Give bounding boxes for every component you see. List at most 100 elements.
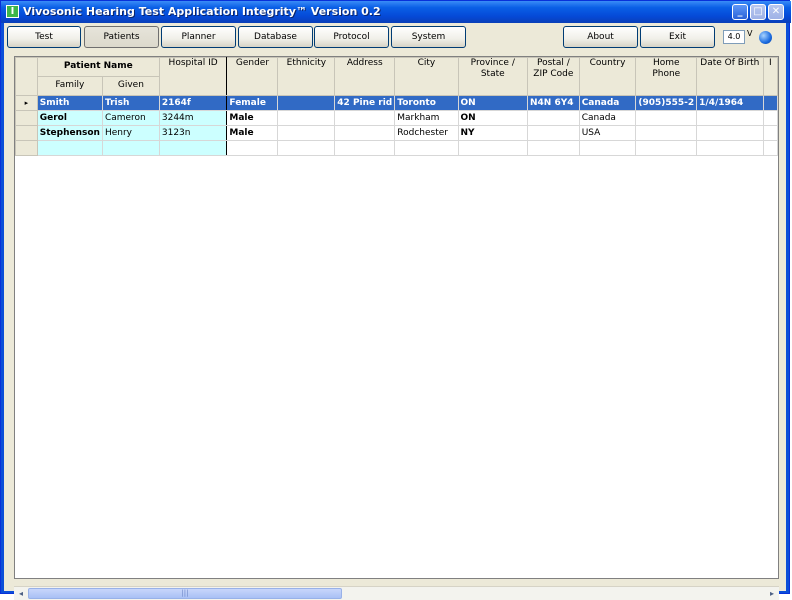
exit-button[interactable]: Exit bbox=[640, 26, 715, 48]
cell-province[interactable]: NY bbox=[457, 125, 529, 141]
cell-country[interactable]: USA bbox=[578, 125, 637, 141]
cell-country[interactable] bbox=[578, 140, 637, 156]
cell-home-phone[interactable]: (905)555-2 bbox=[635, 95, 698, 111]
cell-address[interactable] bbox=[334, 140, 396, 156]
cell-home-phone[interactable] bbox=[635, 110, 698, 126]
row-header bbox=[15, 110, 38, 126]
cell-given[interactable]: Henry bbox=[101, 125, 160, 141]
cell-extra[interactable] bbox=[762, 140, 778, 156]
cell-city[interactable]: Toronto bbox=[394, 95, 459, 111]
cell-date-of-birth[interactable] bbox=[696, 140, 764, 156]
patients-table: Patient Name Hospital ID Gender Ethnicit… bbox=[15, 57, 778, 156]
close-button[interactable]: ✕ bbox=[768, 4, 784, 20]
column-header-country[interactable]: Country bbox=[578, 57, 637, 96]
cell-province[interactable]: ON bbox=[457, 110, 529, 126]
cell-city[interactable]: Rodchester bbox=[394, 125, 459, 141]
cell-family[interactable] bbox=[36, 140, 103, 156]
cell-date-of-birth[interactable]: 1/4/1964 bbox=[696, 95, 764, 111]
cell-postal-code[interactable] bbox=[527, 125, 580, 141]
cell-country[interactable]: Canada bbox=[578, 95, 637, 111]
table-row-selected[interactable]: ▸ Smith Trish 2164f Female 42 Pine rid T… bbox=[15, 95, 778, 111]
table-row[interactable]: Gerol Cameron 3244m Male Markham ON Cana… bbox=[15, 110, 778, 126]
column-header-postal-code[interactable]: Postal / ZIP Code bbox=[527, 57, 580, 96]
database-button[interactable]: Database bbox=[238, 26, 313, 48]
cell-gender[interactable]: Female bbox=[226, 95, 279, 111]
cell-date-of-birth[interactable] bbox=[696, 125, 764, 141]
column-header-province[interactable]: Province / State bbox=[457, 57, 529, 96]
scroll-thumb[interactable]: ||| bbox=[28, 588, 342, 599]
cell-extra[interactable] bbox=[762, 95, 778, 111]
cell-extra[interactable] bbox=[762, 110, 778, 126]
cell-postal-code[interactable]: N4N 6Y4 bbox=[527, 95, 580, 111]
voltage-unit: V bbox=[747, 29, 753, 38]
cell-family[interactable]: Gerol bbox=[36, 110, 103, 126]
row-header bbox=[15, 125, 38, 141]
patients-grid[interactable]: Patient Name Hospital ID Gender Ethnicit… bbox=[14, 56, 779, 579]
cell-hospital-id[interactable]: 3123n bbox=[158, 125, 228, 141]
title-bar[interactable]: I Vivosonic Hearing Test Application Int… bbox=[1, 1, 791, 23]
patient-name-group-header: Patient Name bbox=[36, 57, 160, 77]
maximize-button[interactable]: □ bbox=[750, 4, 766, 20]
cell-address[interactable] bbox=[334, 110, 396, 126]
cell-ethnicity[interactable] bbox=[277, 140, 336, 156]
cell-given[interactable]: Trish bbox=[101, 95, 160, 111]
app-window: I Vivosonic Hearing Test Application Int… bbox=[0, 0, 791, 600]
cell-extra[interactable] bbox=[762, 125, 778, 141]
horizontal-scrollbar[interactable]: ◂ ||| ▸ bbox=[14, 586, 779, 600]
table-row[interactable]: Stephenson Henry 3123n Male Rodchester N… bbox=[15, 125, 778, 141]
cell-ethnicity[interactable] bbox=[277, 125, 336, 141]
planner-button[interactable]: Planner bbox=[161, 26, 236, 48]
cell-hospital-id[interactable]: 2164f bbox=[158, 95, 228, 111]
app-icon: I bbox=[6, 5, 19, 18]
test-button[interactable]: Test bbox=[7, 26, 81, 48]
about-button[interactable]: About bbox=[563, 26, 638, 48]
system-button[interactable]: System bbox=[391, 26, 466, 48]
cell-family[interactable]: Stephenson bbox=[36, 125, 103, 141]
cell-date-of-birth[interactable] bbox=[696, 110, 764, 126]
cell-hospital-id[interactable]: 3244m bbox=[158, 110, 228, 126]
cell-ethnicity[interactable] bbox=[277, 110, 336, 126]
cell-given[interactable] bbox=[101, 140, 160, 156]
column-header-given[interactable]: Given bbox=[101, 76, 160, 96]
cell-province[interactable]: ON bbox=[457, 95, 529, 111]
column-header-ethnicity[interactable]: Ethnicity bbox=[277, 57, 336, 96]
cell-family[interactable]: Smith bbox=[36, 95, 103, 111]
cell-address[interactable] bbox=[334, 125, 396, 141]
column-header-address[interactable]: Address bbox=[334, 57, 396, 96]
cell-home-phone[interactable] bbox=[635, 125, 698, 141]
scroll-right-arrow-icon[interactable]: ▸ bbox=[765, 587, 779, 600]
scroll-left-arrow-icon[interactable]: ◂ bbox=[14, 587, 28, 600]
cell-hospital-id[interactable] bbox=[158, 140, 228, 156]
cell-given[interactable]: Cameron bbox=[101, 110, 160, 126]
patients-button[interactable]: Patients bbox=[84, 26, 159, 48]
cell-gender[interactable]: Male bbox=[226, 110, 279, 126]
cell-address[interactable]: 42 Pine rid bbox=[334, 95, 396, 111]
cell-city[interactable] bbox=[394, 140, 459, 156]
row-header bbox=[15, 140, 38, 156]
row-indicator-icon: ▸ bbox=[15, 95, 38, 111]
window-title: Vivosonic Hearing Test Application Integ… bbox=[23, 5, 381, 18]
column-header-truncated[interactable]: I bbox=[762, 57, 778, 96]
protocol-button[interactable]: Protocol bbox=[314, 26, 389, 48]
cell-country[interactable]: Canada bbox=[578, 110, 637, 126]
column-header-hospital-id[interactable]: Hospital ID bbox=[158, 57, 228, 96]
cell-city[interactable]: Markham bbox=[394, 110, 459, 126]
minimize-button[interactable]: _ bbox=[732, 4, 748, 20]
cell-gender[interactable] bbox=[226, 140, 279, 156]
cell-ethnicity[interactable] bbox=[277, 95, 336, 111]
status-led-icon bbox=[759, 31, 772, 44]
column-header-family[interactable]: Family bbox=[36, 76, 103, 96]
cell-postal-code[interactable] bbox=[527, 140, 580, 156]
column-header-gender[interactable]: Gender bbox=[226, 57, 279, 96]
cell-gender[interactable]: Male bbox=[226, 125, 279, 141]
client-area: Test Patients Planner Database Protocol … bbox=[4, 23, 786, 600]
voltage-readout: 4.0 bbox=[723, 30, 745, 44]
cell-home-phone[interactable] bbox=[635, 140, 698, 156]
table-row-new[interactable] bbox=[15, 140, 778, 156]
cell-postal-code[interactable] bbox=[527, 110, 580, 126]
row-header-corner bbox=[15, 57, 38, 96]
column-header-city[interactable]: City bbox=[394, 57, 459, 96]
column-header-date-of-birth[interactable]: Date Of Birth bbox=[696, 57, 764, 96]
cell-province[interactable] bbox=[457, 140, 529, 156]
column-header-home-phone[interactable]: Home Phone bbox=[635, 57, 698, 96]
